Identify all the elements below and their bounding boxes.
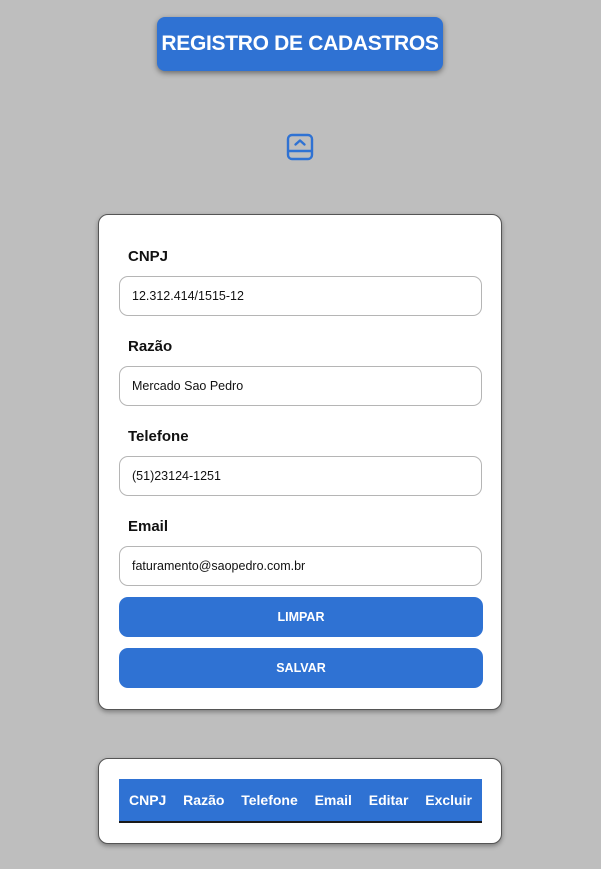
registration-form-card: CNPJ Razão Telefone Email LIMPAR SALVAR (98, 214, 502, 710)
column-header-editar: Editar (368, 792, 409, 808)
column-header-cnpj: CNPJ (129, 792, 167, 808)
razao-label: Razão (128, 338, 173, 355)
telefone-input[interactable] (119, 456, 482, 496)
column-header-razao: Razão (183, 792, 225, 808)
clear-button[interactable]: LIMPAR (119, 597, 483, 637)
page-title-button[interactable]: REGISTRO DE CADASTROS (157, 17, 443, 71)
email-label: Email (128, 518, 169, 535)
razao-input[interactable] (119, 366, 482, 406)
telefone-label: Telefone (128, 428, 189, 445)
cnpj-input[interactable] (119, 276, 482, 316)
records-table-card: CNPJ Razão Telefone Email Editar Excluir (98, 758, 502, 844)
cnpj-label: CNPJ (128, 248, 169, 265)
email-input[interactable] (119, 546, 482, 586)
column-header-excluir: Excluir (425, 792, 472, 808)
collapse-panel-icon[interactable] (286, 133, 314, 161)
column-header-telefone: Telefone (241, 792, 298, 808)
column-header-email: Email (314, 792, 352, 808)
save-button[interactable]: SALVAR (119, 648, 483, 688)
table-header-row: CNPJ Razão Telefone Email Editar Excluir (119, 779, 482, 823)
